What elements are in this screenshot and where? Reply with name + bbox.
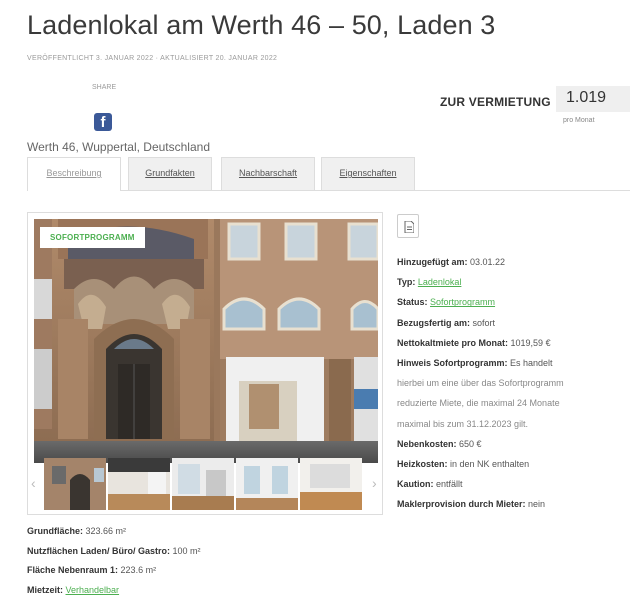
tab-eigenschaften[interactable]: Eigenschaften xyxy=(321,157,415,190)
fact-label: Nutzflächen Laden/ Büro/ Gastro: xyxy=(27,545,171,556)
fact-value: 650 € xyxy=(459,438,482,449)
fact-label: Nettokaltmiete pro Monat: xyxy=(397,337,509,348)
thumbnail-1[interactable] xyxy=(44,458,106,510)
fact-row: Nebenkosten: 650 € xyxy=(397,434,630,454)
fact-value-link[interactable]: Sofortprogramm xyxy=(430,297,495,307)
fact-row: Heizkosten: in den NK enthalten xyxy=(397,454,630,474)
thumbnail-interior-image xyxy=(108,458,170,510)
main-photo[interactable]: SOFORTPROGRAMM xyxy=(34,219,378,463)
price-value: 1.019 xyxy=(566,89,607,106)
gallery-next-arrow[interactable]: › xyxy=(372,475,377,491)
publish-meta: VERÖFFENTLICHT 3. JANUAR 2022 · AKTUALIS… xyxy=(27,55,278,62)
fact-label: Nebenkosten: xyxy=(397,438,457,449)
fact-value: nein xyxy=(528,499,546,510)
fact-row: Kaution: entfällt xyxy=(397,474,630,494)
rent-label: ZUR VERMIETUNG xyxy=(440,95,551,109)
photo-gallery: SOFORTPROGRAMM ‹ › xyxy=(27,212,383,515)
fact-row: reduzierte Miete, die maximal 24 Monate xyxy=(397,393,630,413)
fact-row: Grundfläche: 323.66 m² xyxy=(27,521,327,541)
tab-beschreibung[interactable]: Beschreibung xyxy=(27,157,121,191)
fact-row: Typ: Ladenlokal xyxy=(397,272,630,292)
fact-row: Status: Sofortprogramm xyxy=(397,292,630,312)
fact-label: Hinweis Sofortprogramm: xyxy=(397,357,508,368)
fact-row: Maklerprovision durch Mieter: nein xyxy=(397,494,630,514)
facebook-share-icon[interactable]: f xyxy=(94,113,112,131)
fact-value: 03.01.22 xyxy=(470,257,506,267)
document-icon xyxy=(404,221,414,233)
fact-row: Nutzflächen Laden/ Büro/ Gastro: 100 m² xyxy=(27,541,327,561)
gallery-prev-arrow[interactable]: ‹ xyxy=(31,475,36,491)
thumbnail-interior-image xyxy=(300,458,362,510)
page-title: Ladenlokal am Werth 46 – 50, Laden 3 xyxy=(27,10,496,40)
fact-value-link[interactable]: Verhandelbar xyxy=(66,585,120,595)
fact-value: 1019,59 € xyxy=(510,337,551,348)
fact-value: hierbei um eine über das Sofortprogramm xyxy=(397,378,564,389)
fact-value: maximal bis zum 31.12.2023 gilt. xyxy=(397,418,529,429)
fact-row: Fläche Nebenraum 1: 223.6 m² xyxy=(27,560,327,580)
fact-row: Hinweis Sofortprogramm: Es handelt xyxy=(397,353,630,373)
fact-label: Status: xyxy=(397,297,428,308)
tab-bar: Beschreibung Grundfakten Nachbarschaft E… xyxy=(27,157,630,191)
thumbnail-interior-image xyxy=(236,458,298,510)
thumbnail-5[interactable] xyxy=(300,458,362,510)
fact-row: Nettokaltmiete pro Monat: 1019,59 € xyxy=(397,333,630,353)
thumbnail-3[interactable] xyxy=(172,458,234,510)
tab-nachbarschaft[interactable]: Nachbarschaft xyxy=(221,157,315,190)
fact-label: Maklerprovision durch Mieter: xyxy=(397,499,526,510)
fact-row: maximal bis zum 31.12.2023 gilt. xyxy=(397,414,630,434)
thumbnail-facade-image xyxy=(44,458,106,510)
fact-row: Mietzeit: Verhandelbar xyxy=(27,580,327,597)
fact-value: reduzierte Miete, die maximal 24 Monate xyxy=(397,398,560,409)
fact-label: Bezugsfertig am: xyxy=(397,317,471,328)
fact-label: Typ: xyxy=(397,277,416,288)
fact-label: Heizkosten: xyxy=(397,458,448,469)
fact-value: in den NK enthalten xyxy=(450,458,530,469)
fact-value-link[interactable]: Ladenlokal xyxy=(418,277,462,287)
fact-label: Mietzeit: xyxy=(27,585,63,596)
print-button[interactable] xyxy=(397,214,419,238)
fact-value: 323.66 m² xyxy=(85,526,127,536)
fact-value: 223.6 m² xyxy=(120,565,157,576)
price-per-month: pro Monat xyxy=(563,117,595,124)
fact-value: Es handelt xyxy=(510,357,553,368)
fact-value: entfällt xyxy=(436,479,463,490)
share-label: SHARE xyxy=(92,84,117,91)
fact-value: 100 m² xyxy=(172,545,201,556)
fact-label: Hinzugefügt am: xyxy=(397,257,468,267)
thumbnail-4[interactable] xyxy=(236,458,298,510)
fact-label: Fläche Nebenraum 1: xyxy=(27,565,119,576)
sofortprogramm-badge: SOFORTPROGRAMM xyxy=(40,227,145,248)
property-facts: Hinzugefügt am: 03.01.22 Typ: Ladenlokal S… xyxy=(397,252,630,514)
building-photo xyxy=(34,219,378,463)
thumbnail-2[interactable] xyxy=(108,458,170,510)
fact-label: Grundfläche: xyxy=(27,526,84,536)
thumbnail-interior-image xyxy=(172,458,234,510)
fact-row: Hinzugefügt am: 03.01.22 xyxy=(397,252,630,272)
fact-value: sofort xyxy=(472,317,496,328)
area-facts: Grundfläche: 323.66 m² Nutzflächen Laden/… xyxy=(27,521,327,597)
fact-label: Kaution: xyxy=(397,479,434,490)
fact-row: Bezugsfertig am: sofort xyxy=(397,313,630,333)
fact-row: hierbei um eine über das Sofortprogramm xyxy=(397,373,630,393)
location: Werth 46, Wuppertal, Deutschland xyxy=(27,140,210,154)
thumbnail-strip xyxy=(44,458,364,510)
tab-grundfakten[interactable]: Grundfakten xyxy=(128,157,212,190)
